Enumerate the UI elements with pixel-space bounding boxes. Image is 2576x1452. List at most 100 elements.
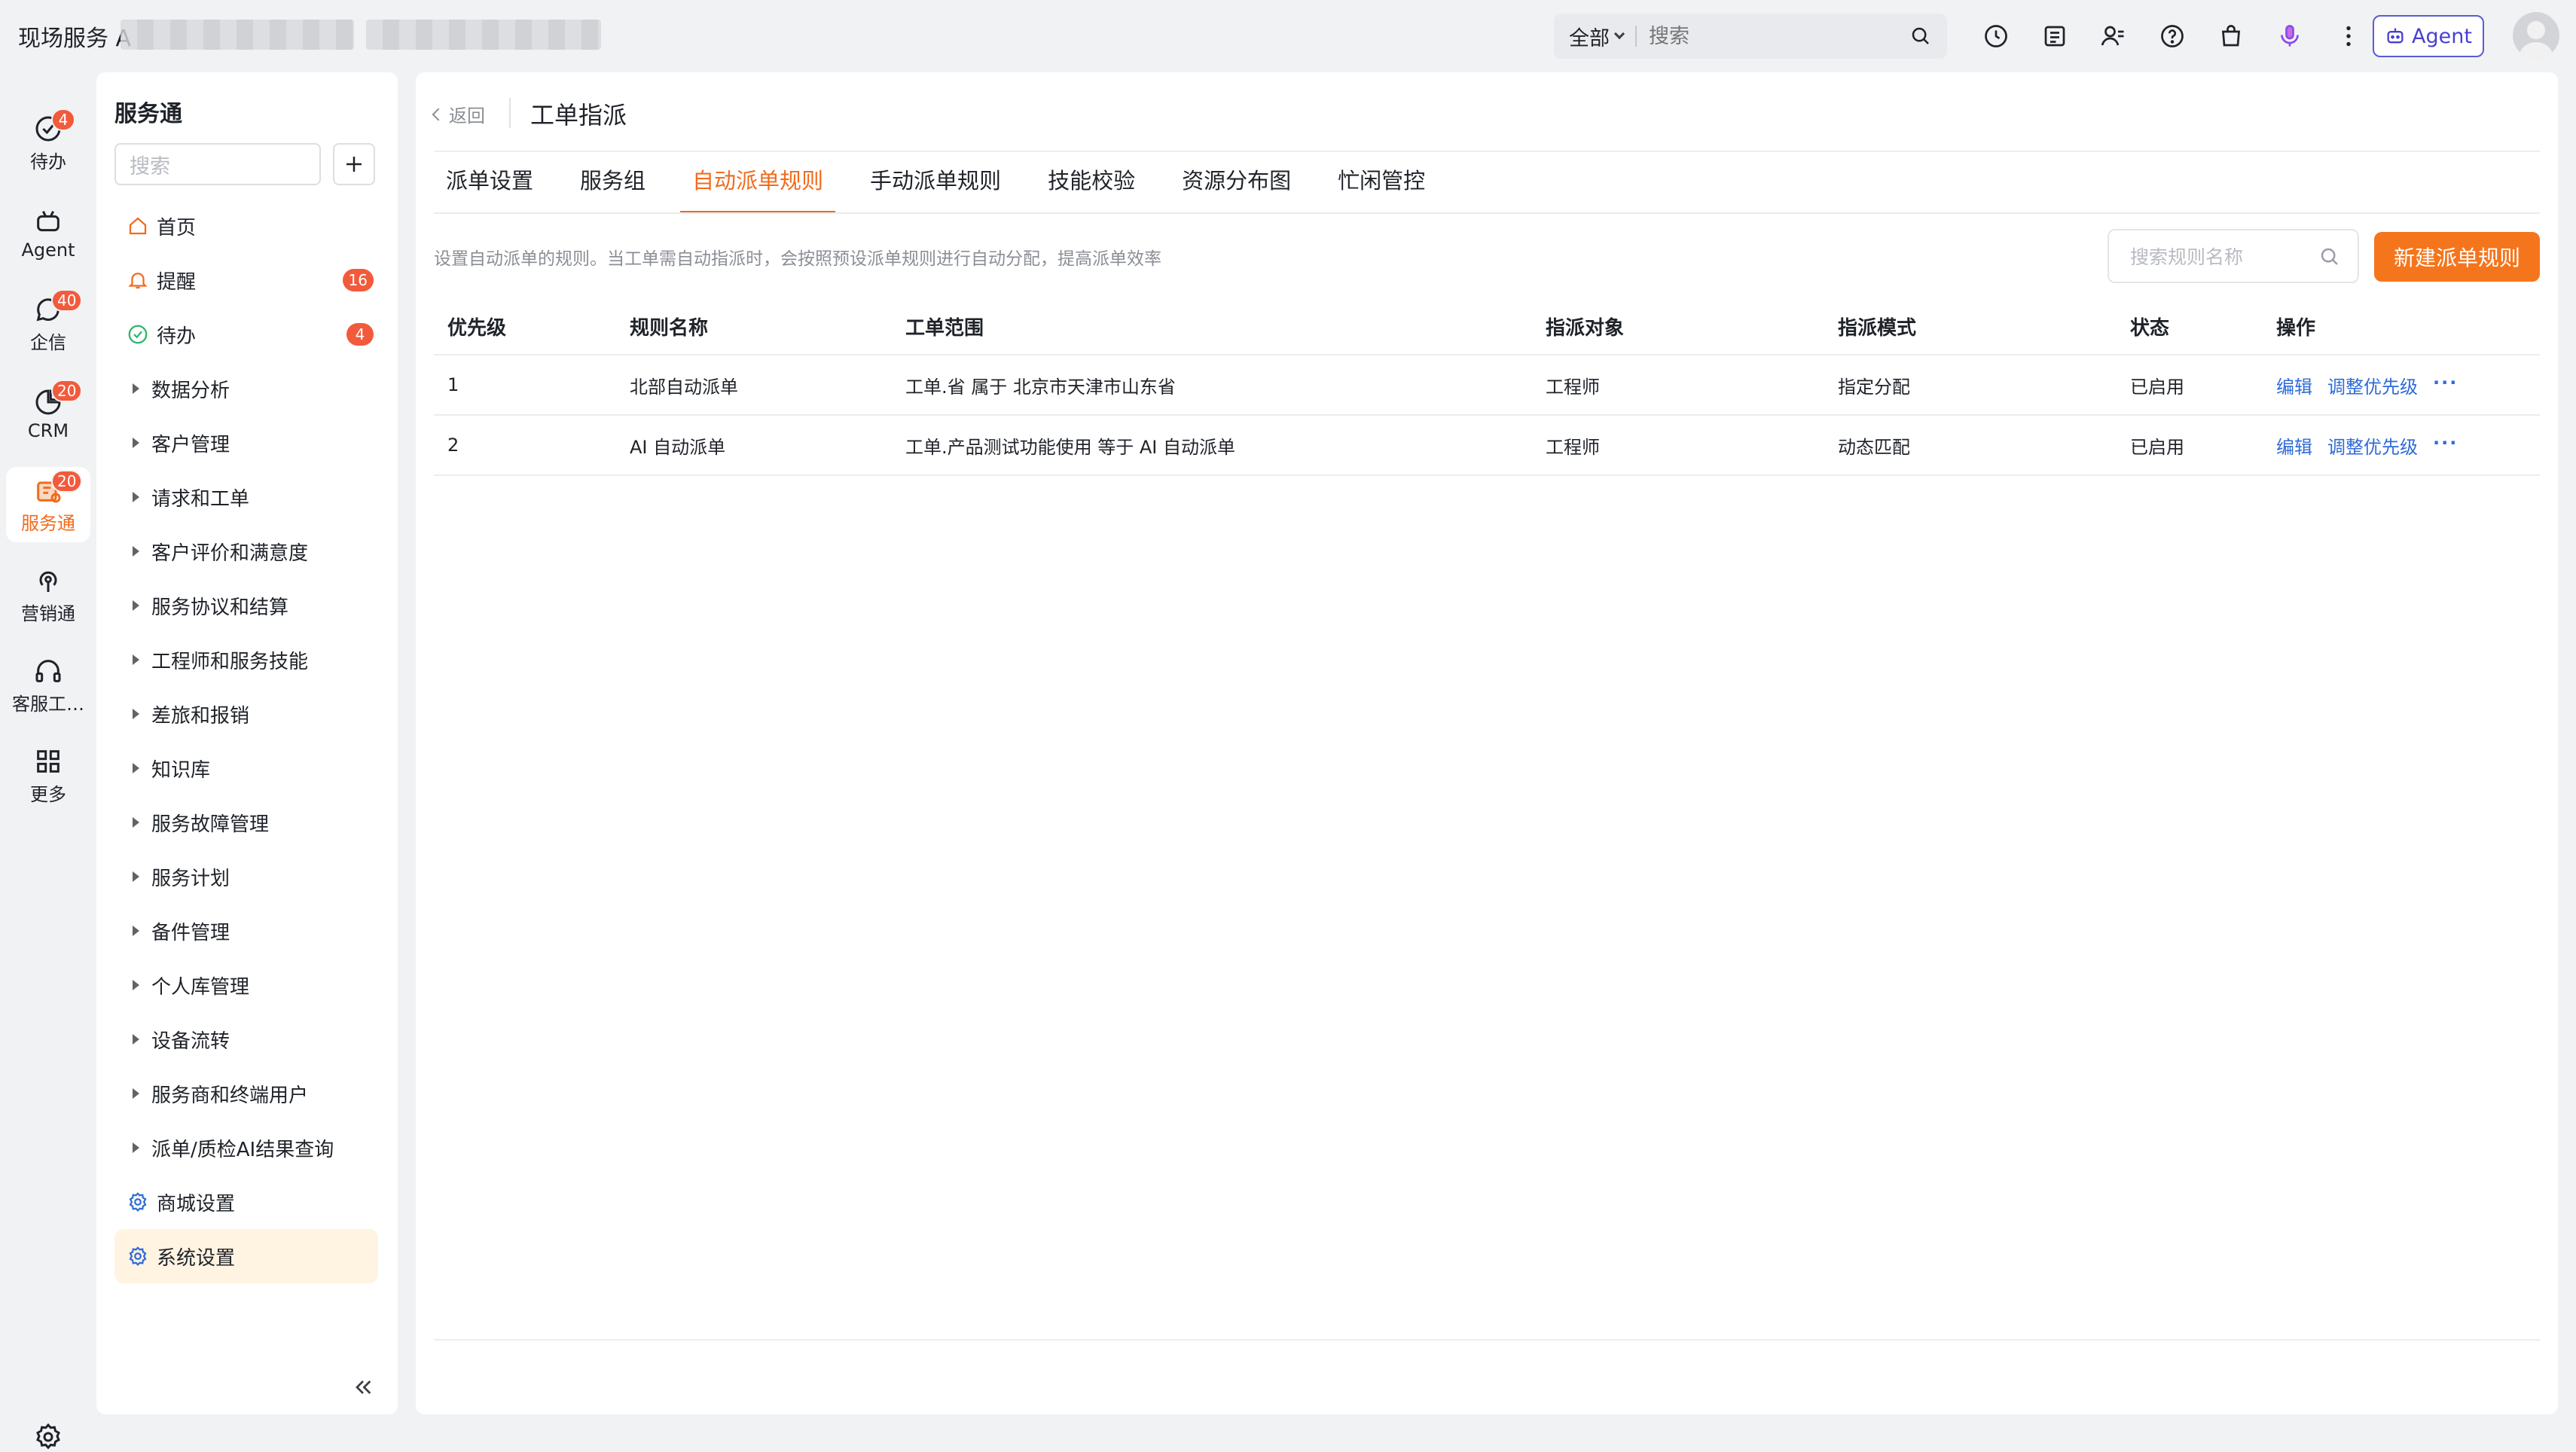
- add-button[interactable]: [333, 143, 375, 185]
- caret-right-icon: [133, 600, 139, 611]
- robot-icon: [2387, 28, 2404, 44]
- sidebar-item-customer-feedback[interactable]: 客户评价和满意度: [114, 524, 378, 578]
- edit-link[interactable]: 编辑: [2276, 432, 2312, 459]
- tab-bar: 派单设置 服务组 自动派单规则 手动派单规则 技能校验 资源分布图 忙闲管控: [434, 164, 1460, 214]
- chevron-left-icon: [432, 108, 445, 120]
- column-header: 工单范围: [905, 316, 984, 340]
- grid-icon: [37, 749, 60, 773]
- more-actions-icon[interactable]: ···: [2433, 372, 2458, 398]
- caret-right-icon: [133, 1142, 139, 1153]
- table-row: 2 AI 自动派单 工单.产品测试功能使用 等于 AI 自动派单 工程师 动态匹…: [434, 416, 2540, 476]
- actions-cell: 编辑 调整优先级 ···: [2263, 432, 2540, 459]
- global-search[interactable]: 全部: [1554, 14, 1947, 59]
- more-actions-icon[interactable]: ···: [2433, 432, 2458, 459]
- scope-cell: 工单.省 属于 北京市天津市山东省: [905, 376, 1176, 398]
- tab-auto-dispatch-rules[interactable]: 自动派单规则: [680, 164, 836, 214]
- scope-cell: 工单.产品测试功能使用 等于 AI 自动派单: [905, 436, 1236, 458]
- sidebar-item-customer-management[interactable]: 客户管理: [114, 416, 378, 470]
- caret-right-icon: [133, 383, 139, 394]
- rail-item-customer-service[interactable]: 客服工…: [6, 648, 90, 723]
- mode-cell: 指定分配: [1838, 376, 1910, 398]
- column-header: 规则名称: [630, 316, 709, 340]
- divider: [434, 212, 2540, 214]
- rail-item-more[interactable]: 更多: [6, 738, 90, 813]
- contacts-icon[interactable]: [2098, 21, 2129, 51]
- tab-manual-dispatch-rules[interactable]: 手动派单规则: [858, 164, 1013, 214]
- caret-right-icon: [133, 546, 139, 557]
- gear-icon: [125, 1243, 151, 1269]
- adjust-priority-link[interactable]: 调整优先级: [2327, 432, 2418, 459]
- rule-name-cell: AI 自动派单: [630, 436, 726, 458]
- search-scope-select[interactable]: 全部: [1554, 22, 1625, 51]
- rail-item-marketing[interactable]: 营销通: [6, 557, 90, 633]
- rail-item-todo[interactable]: 4 待办: [6, 105, 90, 181]
- tab-dispatch-settings[interactable]: 派单设置: [434, 164, 545, 214]
- rail-item-agent[interactable]: Agent: [6, 196, 90, 271]
- tab-service-groups[interactable]: 服务组: [568, 164, 658, 214]
- clock-icon[interactable]: [1981, 21, 2011, 51]
- help-icon[interactable]: [2157, 21, 2187, 51]
- sidebar-item-requests-tickets[interactable]: 请求和工单: [114, 470, 378, 524]
- bell-icon: [125, 267, 151, 293]
- search-icon[interactable]: [2318, 246, 2341, 268]
- rail-item-crm[interactable]: 20 CRM: [6, 377, 90, 452]
- more-vertical-icon[interactable]: [2333, 21, 2364, 51]
- notes-icon[interactable]: [2040, 21, 2070, 51]
- tab-resource-map[interactable]: 资源分布图: [1170, 164, 1303, 214]
- store-icon[interactable]: [2216, 21, 2246, 51]
- app-rail: 4 待办 Agent 40 企信 20 CRM 20 服务通 营销通 客服工… …: [0, 72, 96, 1450]
- page-description: 设置自动派单的规则。当工单需自动指派时，会按照预设派单规则进行自动分配，提高派单…: [434, 249, 1161, 269]
- search-icon[interactable]: [1909, 25, 1932, 47]
- new-dispatch-rule-button[interactable]: 新建派单规则: [2374, 232, 2540, 282]
- sidebar-item-knowledge-base[interactable]: 知识库: [114, 741, 378, 795]
- column-header: 状态: [2130, 316, 2170, 340]
- redacted-text: [366, 20, 601, 50]
- collapse-sidebar-icon[interactable]: [351, 1375, 375, 1399]
- sidebar-item-travel-expenses[interactable]: 差旅和报销: [114, 687, 378, 741]
- sidebar-item-engineers-skills[interactable]: 工程师和服务技能: [114, 633, 378, 687]
- rule-search-input[interactable]: 搜索规则名称: [2107, 229, 2359, 283]
- sidebar-search-input[interactable]: 搜索: [114, 143, 321, 185]
- sidebar-item-data-analysis[interactable]: 数据分析: [114, 361, 378, 416]
- back-link[interactable]: 返回: [432, 101, 485, 127]
- table-header: 优先级 规则名称 工单范围 指派对象 指派模式 状态 操作: [434, 298, 2540, 355]
- sidebar-item-system-settings[interactable]: 系统设置: [114, 1229, 378, 1283]
- sidebar-item-service-agreements[interactable]: 服务协议和结算: [114, 578, 378, 633]
- caret-right-icon: [133, 492, 139, 502]
- count-badge: 4: [346, 323, 374, 346]
- rail-item-service[interactable]: 20 服务通: [6, 467, 90, 542]
- rail-badge: 40: [51, 289, 83, 312]
- caret-right-icon: [133, 709, 139, 719]
- sidebar-title: 服务通: [114, 101, 182, 127]
- rule-name-cell: 北部自动派单: [630, 376, 738, 398]
- sidebar-item-providers-end-users[interactable]: 服务商和终端用户: [114, 1066, 378, 1121]
- caret-right-icon: [133, 817, 139, 828]
- tab-availability-control[interactable]: 忙闲管控: [1326, 164, 1437, 214]
- sidebar-item-home[interactable]: 首页: [114, 199, 378, 253]
- sidebar-item-mall-settings[interactable]: 商城设置: [114, 1175, 378, 1229]
- target-cell: 工程师: [1546, 376, 1600, 398]
- sidebar-item-fault-management[interactable]: 服务故障管理: [114, 795, 378, 850]
- adjust-priority-link[interactable]: 调整优先级: [2327, 372, 2418, 398]
- count-badge: 16: [342, 269, 374, 291]
- target-cell: 工程师: [1546, 436, 1600, 458]
- sidebar-item-personal-inventory[interactable]: 个人库管理: [114, 958, 378, 1012]
- divider: [1635, 26, 1637, 47]
- sidebar-item-spare-parts[interactable]: 备件管理: [114, 904, 378, 958]
- sidebar-item-service-plan[interactable]: 服务计划: [114, 850, 378, 904]
- sidebar-item-todo[interactable]: 待办 4: [114, 307, 378, 361]
- gear-icon[interactable]: [33, 1422, 63, 1452]
- sidebar-item-ai-results[interactable]: 派单/质检AI结果查询: [114, 1121, 378, 1175]
- edit-link[interactable]: 编辑: [2276, 372, 2312, 398]
- search-input[interactable]: [1649, 24, 1909, 48]
- app-title: 现场服务 A: [18, 26, 132, 52]
- microphone-icon[interactable]: [2275, 21, 2305, 51]
- tab-skill-check[interactable]: 技能校验: [1036, 164, 1147, 214]
- agent-button[interactable]: Agent: [2373, 15, 2484, 57]
- rail-badge: 20: [51, 470, 83, 493]
- rail-item-chat[interactable]: 40 企信: [6, 286, 90, 361]
- sidebar-item-reminder[interactable]: 提醒 16: [114, 253, 378, 307]
- avatar[interactable]: [2513, 12, 2559, 59]
- sidebar-item-equipment-transfer[interactable]: 设备流转: [114, 1012, 378, 1066]
- status-cell: 已启用: [2130, 436, 2184, 458]
